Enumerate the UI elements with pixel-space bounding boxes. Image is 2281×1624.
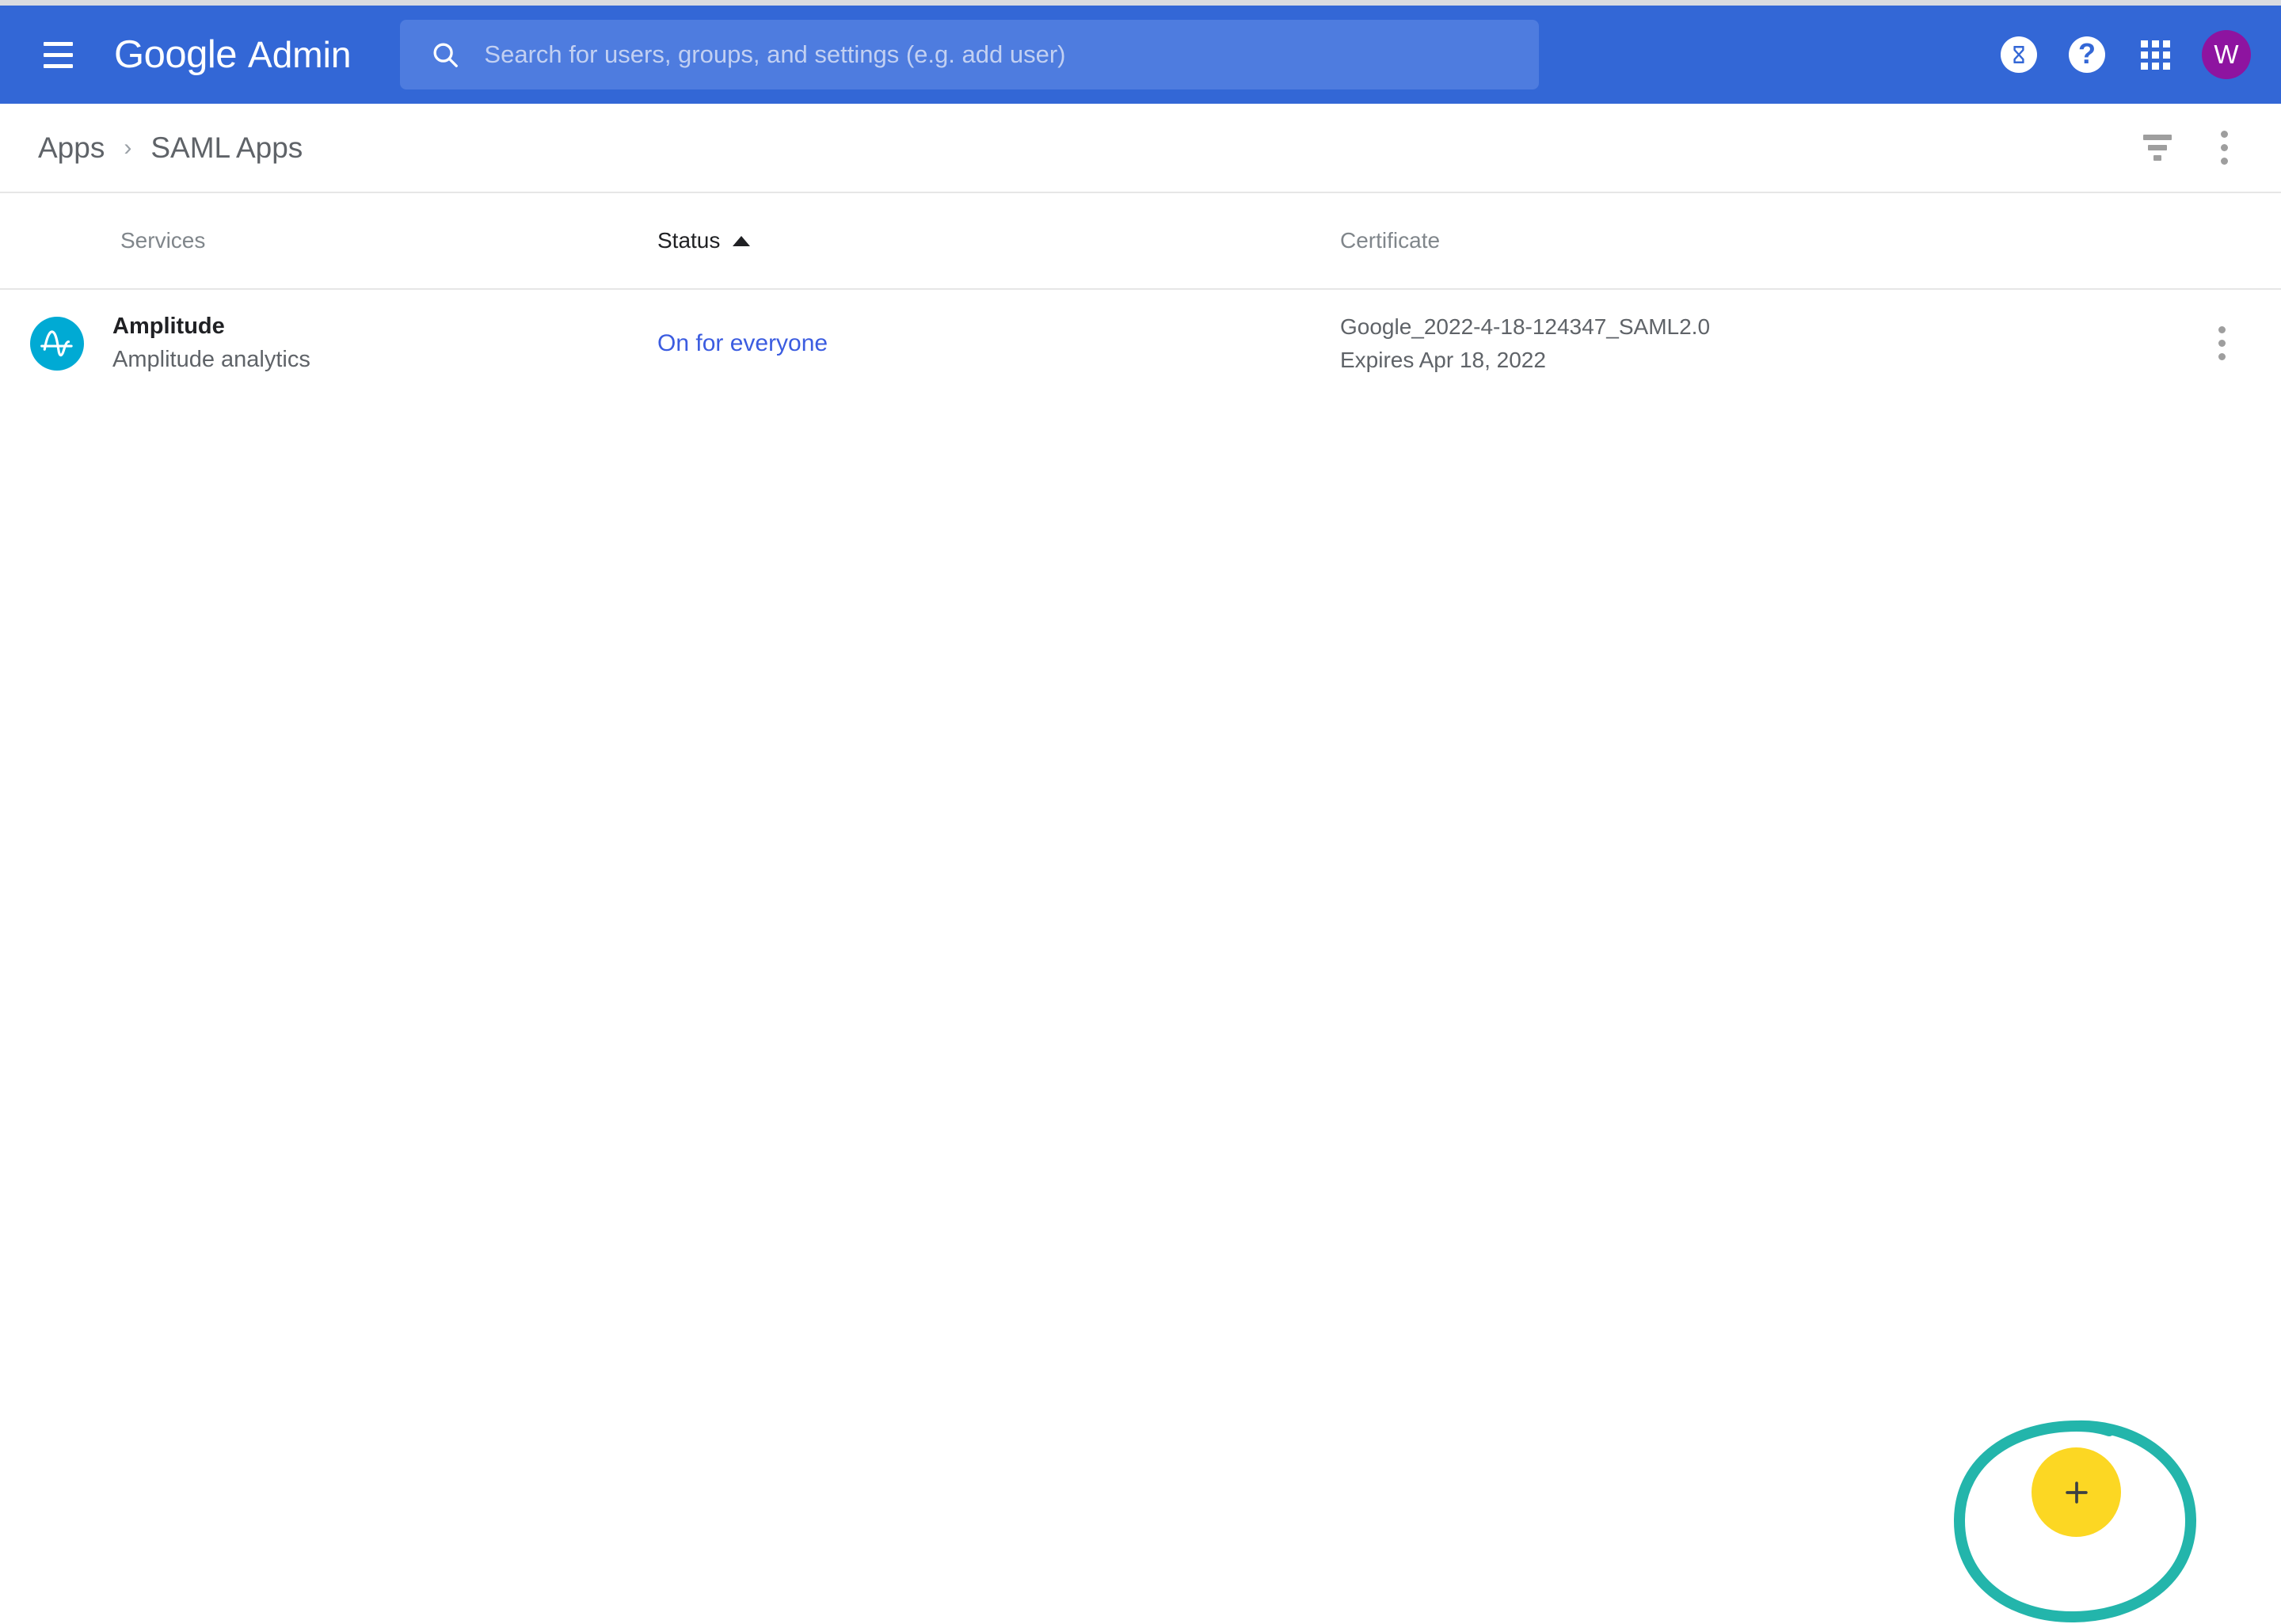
column-header-status[interactable]: Status: [657, 228, 1340, 253]
app-header: Google Admin ? W: [0, 6, 2281, 104]
app-header-actions: ? W: [1985, 6, 2251, 104]
search-box[interactable]: [400, 20, 1540, 89]
apps-grid-icon: [2141, 40, 2170, 70]
service-cell: Amplitude Amplitude analytics: [0, 311, 657, 375]
status-badge[interactable]: On for everyone: [657, 330, 828, 356]
plus-icon: [2065, 1481, 2088, 1504]
add-app-fab[interactable]: [2032, 1447, 2121, 1537]
brand-google-text: Google: [114, 33, 238, 76]
window-top-strip: [0, 0, 2281, 6]
row-actions-cell: [2162, 326, 2281, 360]
service-description: Amplitude analytics: [112, 347, 310, 372]
avatar[interactable]: W: [2202, 30, 2251, 79]
certificate-expiry: Expires Apr 18, 2022: [1340, 348, 1546, 372]
certificate-cell: Google_2022-4-18-124347_SAML2.0 Expires …: [1340, 311, 2162, 375]
hourglass-icon: [2001, 36, 2037, 73]
search-input[interactable]: [482, 40, 1508, 70]
brand-product-text: Admin: [248, 34, 352, 75]
filter-button[interactable]: [2124, 115, 2191, 181]
breadcrumb: Apps › SAML Apps: [38, 131, 303, 165]
search-icon: [430, 40, 460, 70]
certificate-name: Google_2022-4-18-124347_SAML2.0: [1340, 314, 1711, 339]
breadcrumb-item-saml-apps: SAML Apps: [150, 131, 303, 164]
column-header-status-cell: Status: [657, 228, 1340, 253]
trial-status-button[interactable]: [1985, 21, 2053, 89]
chevron-right-icon: ›: [124, 134, 132, 161]
amplitude-logo-icon: [30, 316, 84, 371]
sort-ascending-icon: [733, 235, 751, 246]
filter-icon: [2142, 135, 2172, 161]
apps-grid-button[interactable]: [2121, 21, 2189, 89]
column-header-services-cell: Services: [0, 228, 657, 253]
column-header-status-label: Status: [657, 228, 721, 253]
breadcrumb-actions: [2124, 104, 2257, 192]
row-more-menu-button[interactable]: [2218, 326, 2226, 360]
help-button[interactable]: ?: [2053, 21, 2121, 89]
hamburger-menu-icon[interactable]: [33, 30, 82, 79]
column-header-certificate[interactable]: Certificate: [1340, 228, 2162, 253]
table-header-row: Services Status Certificate: [0, 193, 2281, 288]
breadcrumb-item-apps[interactable]: Apps: [38, 131, 105, 165]
brand-logo[interactable]: Google Admin: [114, 32, 351, 77]
column-header-certificate-cell: Certificate: [1340, 228, 2162, 253]
content-area: [0, 397, 2281, 1623]
help-question-icon: ?: [2069, 36, 2105, 73]
column-header-services[interactable]: Services: [120, 228, 657, 253]
status-cell: On for everyone: [657, 330, 1340, 357]
more-vertical-icon: [2220, 131, 2228, 165]
breadcrumb-bar: Apps › SAML Apps: [0, 104, 2281, 192]
service-name: Amplitude: [112, 313, 225, 339]
service-text: Amplitude Amplitude analytics: [112, 311, 310, 375]
page-more-menu-button[interactable]: [2191, 115, 2257, 181]
table-row[interactable]: Amplitude Amplitude analytics On for eve…: [0, 290, 2281, 397]
